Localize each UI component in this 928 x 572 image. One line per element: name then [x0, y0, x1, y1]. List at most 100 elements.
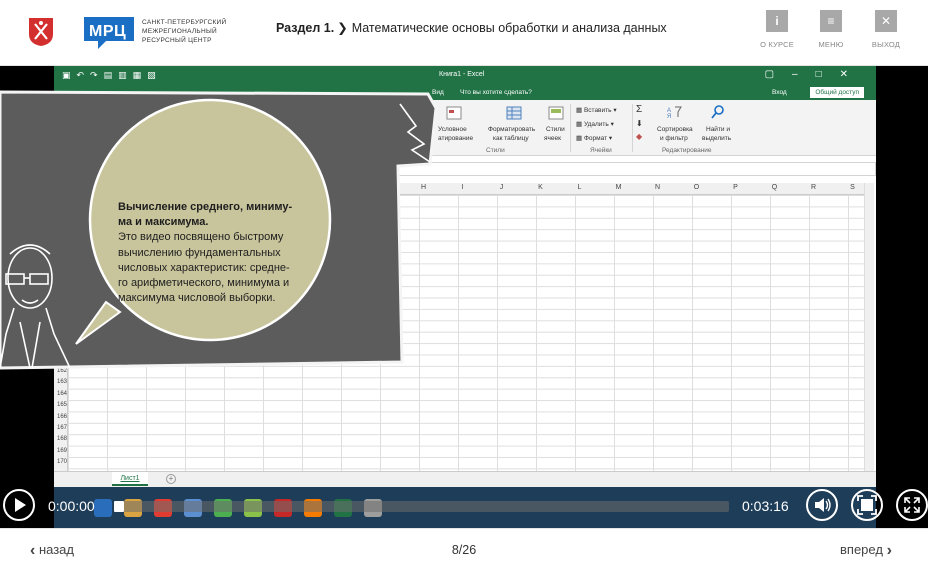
volume-button[interactable]	[806, 489, 838, 521]
ribbon-label: Вставить	[583, 107, 612, 114]
ribbon-separator	[570, 104, 571, 152]
play-button[interactable]	[3, 489, 35, 521]
speech-title: Вычисление среднего, миниму-	[118, 201, 293, 213]
row-header: 164	[56, 390, 67, 397]
footer-navigation: ‹ назад 8/26 вперед ›	[0, 528, 928, 572]
ribbon-label: ячеек	[544, 135, 561, 142]
ribbon-label: и фильтр	[660, 135, 688, 142]
next-label: вперед	[840, 542, 883, 557]
org-line: МЕЖРЕГИОНАЛЬНЫЙ	[142, 28, 217, 35]
next-button[interactable]: вперед ›	[840, 542, 892, 560]
exit-label: ВЫХОД	[871, 40, 901, 49]
ribbon-group-label: Стили	[486, 147, 505, 154]
row-header: 170	[56, 459, 67, 466]
speech-line: вычислению фундаментальных	[118, 246, 281, 259]
fullscreen-button[interactable]	[896, 489, 928, 521]
about-button[interactable]: i О КУРСЕ	[752, 10, 802, 49]
row-header: 169	[56, 447, 67, 454]
row-header: 165	[56, 402, 67, 409]
tell-me-box: Что вы хотите сделать?	[460, 89, 532, 96]
sign-in-link: Вход	[772, 89, 787, 96]
speech-title: ма и максимума.	[118, 216, 209, 229]
clear-icon: ◆	[636, 132, 643, 141]
page-counter: 8/26	[451, 543, 477, 557]
current-time: 0:00:00	[48, 498, 95, 514]
column-header: R	[810, 184, 817, 191]
speech-line: го арифметического, минимума и	[118, 277, 290, 290]
menu-button[interactable]: ≡ МЕНЮ	[806, 10, 856, 49]
ribbon-separator	[632, 104, 633, 152]
menu-label: МЕНЮ	[818, 40, 844, 49]
row-header: 167	[56, 425, 67, 431]
chevron-right-icon: ›	[886, 542, 892, 559]
org-line: РЕСУРСНЫЙ ЦЕНТР	[142, 37, 212, 44]
progress-handle[interactable]	[114, 501, 124, 512]
menu-icon: ≡	[820, 10, 842, 32]
ribbon-label: Удалить	[583, 121, 609, 128]
ribbon-label: Найти и	[706, 126, 730, 133]
column-header: O	[693, 184, 700, 191]
ribbon-label: Условное	[438, 126, 467, 133]
sheet-tab: Лист1	[112, 472, 148, 486]
chevron-right-icon: ❯	[337, 21, 348, 35]
fit-screen-button[interactable]	[851, 489, 883, 521]
ribbon-label: выделить	[702, 135, 732, 142]
sheet-tab-bar: Лист1 +	[54, 471, 876, 487]
column-header: I	[461, 184, 464, 191]
cell-styles-icon	[548, 106, 564, 120]
row-header: 168	[56, 436, 67, 443]
find-select-icon	[711, 105, 724, 119]
conditional-format-icon	[446, 106, 462, 120]
close-icon: ✕	[875, 10, 897, 32]
column-header: J	[499, 184, 504, 191]
insert-cells-button: ▦ Вставить ▾	[576, 107, 617, 114]
excel-titlebar: ▣↶↷▤▥▦▧ Книга1 - Excel ▢–□✕	[54, 66, 876, 86]
window-controls-icon: ▢–□✕	[764, 69, 866, 80]
org-line: САНКТ-ПЕТЕРБУРГСКИЙ	[142, 19, 227, 26]
duration: 0:03:16	[742, 498, 789, 514]
speech-line: Это видео посвящено быстрому	[118, 231, 284, 244]
vertical-scrollbar	[864, 183, 874, 471]
column-header: K	[538, 184, 543, 191]
ribbon-label: как таблицу	[493, 135, 529, 142]
svg-text:Я: Я	[667, 114, 671, 119]
speech-text: Вычисление среднего, миниму- ма и максим…	[118, 200, 318, 306]
course-player-page: МРЦ САНКТ-ПЕТЕРБУРГСКИЙ МЕЖРЕГИОНАЛЬНЫЙ …	[0, 0, 928, 572]
logo-text: МРЦ	[89, 23, 127, 40]
info-icon: i	[766, 10, 788, 32]
row-headers: 162 163 164 165 166 167 168 169 170	[54, 368, 68, 471]
ribbon-label: Стили	[546, 126, 565, 133]
progress-bar[interactable]	[114, 501, 729, 512]
ribbon-label: атирование	[438, 135, 474, 142]
about-label: О КУРСЕ	[760, 40, 794, 49]
fill-icon: ⬇	[636, 119, 643, 128]
header: МРЦ САНКТ-ПЕТЕРБУРГСКИЙ МЕЖРЕГИОНАЛЬНЫЙ …	[0, 0, 928, 66]
row-header: 163	[56, 379, 67, 386]
volume-icon	[815, 498, 831, 512]
ribbon-label: Сортировка	[657, 126, 693, 133]
autosum-icon: Σ	[636, 104, 643, 115]
ribbon-label: Формат	[583, 135, 608, 142]
delete-cells-button: ▦ Удалить ▾	[576, 121, 614, 128]
column-header: N	[654, 184, 661, 191]
column-header: L	[577, 184, 582, 191]
player-controls: 0:00:00 0:03:16	[0, 486, 928, 528]
fit-screen-icon	[857, 495, 877, 515]
section-title: Математические основы обработки и анализ…	[351, 21, 667, 35]
play-icon	[15, 498, 26, 512]
video-player[interactable]: ▣↶↷▤▥▦▧ Книга1 - Excel ▢–□✕ Вид Что вы х…	[0, 66, 928, 528]
column-header: P	[733, 184, 738, 191]
ribbon-group-label: Редактирование	[662, 147, 712, 154]
page-title: Раздел 1. ❯ Математические основы обработк…	[276, 20, 667, 35]
organization-name: САНКТ-ПЕТЕРБУРГСКИЙ МЕЖРЕГИОНАЛЬНЫЙ РЕСУ…	[142, 18, 226, 45]
fullscreen-icon	[904, 497, 920, 513]
crest-logo-icon	[29, 18, 53, 46]
column-header: Q	[771, 184, 778, 191]
column-header: M	[615, 184, 622, 191]
exit-button[interactable]: ✕ ВЫХОД	[861, 10, 911, 49]
ribbon-group-label: Ячейки	[590, 147, 612, 154]
row-header: 166	[56, 413, 67, 420]
share-button: Общий доступ	[810, 87, 864, 98]
workbook-title: Книга1 - Excel	[439, 71, 485, 78]
format-table-icon	[506, 106, 522, 120]
